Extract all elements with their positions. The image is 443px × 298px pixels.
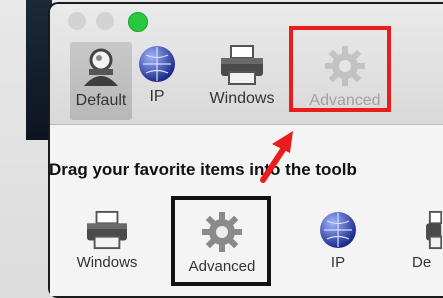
- annotation-arrow: [260, 131, 293, 183]
